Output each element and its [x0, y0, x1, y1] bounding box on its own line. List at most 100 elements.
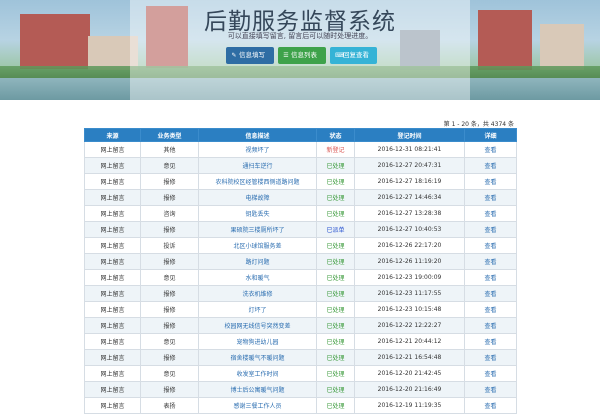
cell-status: 已处理 — [316, 317, 355, 334]
view-link[interactable]: 查看 — [464, 381, 517, 398]
cell-time: 2016-12-21 20:44:12 — [354, 333, 465, 350]
cell-time: 2016-12-21 16:54:48 — [354, 349, 465, 366]
reply-view-button[interactable]: ⌨ 回复查看 — [330, 47, 377, 64]
view-link[interactable]: 查看 — [464, 157, 517, 174]
table-row: 网上留言 投诉 北区小球馆服务差 已处理 2016-12-26 22:17:20 查看 — [84, 237, 517, 254]
cell-source: 网上留言 — [84, 173, 141, 190]
table-row: 网上留言 报修 灯坏了 已处理 2016-12-23 10:15:48 查看 — [84, 301, 517, 318]
cell-type: 咨询 — [140, 205, 199, 222]
cell-source: 网上留言 — [84, 141, 141, 158]
nav-buttons: ✎ 信息填写 ☰ 信息列表 ⌨ 回复查看 — [226, 47, 377, 65]
cell-source: 网上留言 — [84, 301, 141, 318]
cell-status: 已处理 — [316, 397, 355, 414]
view-link[interactable]: 查看 — [464, 349, 517, 366]
info-list-button[interactable]: ☰ 信息列表 — [278, 47, 326, 64]
cell-type: 意见 — [140, 269, 199, 286]
cell-time: 2016-12-27 18:16:19 — [354, 173, 465, 190]
cell-desc[interactable]: 农科院校区经管楼西侧道路问题 — [198, 173, 317, 190]
cell-type: 报修 — [140, 349, 199, 366]
pagination-info: 第 1 - 20 条，共 4374 条 — [443, 121, 514, 128]
cell-status: 已处理 — [316, 269, 355, 286]
cell-desc[interactable]: 北区小球馆服务差 — [198, 237, 317, 254]
table-row: 网上留言 报修 宿舍楼暖气不暖问题 已处理 2016-12-21 16:54:48 查看 — [84, 349, 517, 366]
col-desc: 信息描述 — [198, 128, 317, 142]
view-link[interactable]: 查看 — [464, 189, 517, 206]
table-row: 网上留言 报修 校园网无线信号突然变差 已处理 2016-12-22 12:22:27 查… — [84, 317, 517, 334]
cell-time: 2016-12-23 11:17:55 — [354, 285, 465, 302]
table-header-row: 来源 业务类型 信息描述 状态 登记时间 详细 — [84, 128, 517, 142]
view-link[interactable]: 查看 — [464, 253, 517, 270]
cell-source: 网上留言 — [84, 349, 141, 366]
cell-desc[interactable]: 校园网无线信号突然变差 — [198, 317, 317, 334]
cell-status: 已处理 — [316, 301, 355, 318]
col-time: 登记时间 — [354, 128, 465, 142]
cell-desc[interactable]: 钥匙丢失 — [198, 205, 317, 222]
cell-type: 意见 — [140, 333, 199, 350]
cell-source: 网上留言 — [84, 381, 141, 398]
table-row: 网上留言 意见 收发室工作时间 已处理 2016-12-20 21:42:45 查看 — [84, 365, 517, 382]
cell-status: 新登记 — [316, 141, 355, 158]
cell-type: 报修 — [140, 221, 199, 238]
view-link[interactable]: 查看 — [464, 365, 517, 382]
table-row: 网上留言 报修 路灯问题 已处理 2016-12-26 11:19:20 查看 — [84, 253, 517, 270]
cell-status: 已处理 — [316, 333, 355, 350]
table-row: 网上留言 报修 博士后公寓暖气问题 已处理 2016-12-20 21:16:49 查看 — [84, 381, 517, 398]
cell-source: 网上留言 — [84, 253, 141, 270]
cell-source: 网上留言 — [84, 269, 141, 286]
view-link[interactable]: 查看 — [464, 285, 517, 302]
cell-desc[interactable]: 视频坏了 — [198, 141, 317, 158]
view-link[interactable]: 查看 — [464, 141, 517, 158]
cell-type: 报修 — [140, 173, 199, 190]
cell-type: 报修 — [140, 189, 199, 206]
cell-time: 2016-12-19 11:19:35 — [354, 397, 465, 414]
view-link[interactable]: 查看 — [464, 205, 517, 222]
cell-time: 2016-12-23 19:00:09 — [354, 269, 465, 286]
cell-type: 报修 — [140, 317, 199, 334]
view-link[interactable]: 查看 — [464, 333, 517, 350]
cell-time: 2016-12-23 10:15:48 — [354, 301, 465, 318]
cell-source: 网上留言 — [84, 221, 141, 238]
cell-desc[interactable]: 宠物狗进幼儿园 — [198, 333, 317, 350]
cell-source: 网上留言 — [84, 285, 141, 302]
fill-info-button[interactable]: ✎ 信息填写 — [226, 47, 274, 64]
cell-type: 意见 — [140, 365, 199, 382]
table-row: 网上留言 其他 视频坏了 新登记 2016-12-31 08:21:41 查看 — [84, 141, 517, 158]
cell-type: 表扬 — [140, 397, 199, 414]
cell-status: 已处理 — [316, 205, 355, 222]
cell-source: 网上留言 — [84, 317, 141, 334]
cell-desc[interactable]: 电梯故障 — [198, 189, 317, 206]
table-row: 网上留言 意见 宠物狗进幼儿园 已处理 2016-12-21 20:44:12 查看 — [84, 333, 517, 350]
cell-type: 投诉 — [140, 237, 199, 254]
cell-desc[interactable]: 通扫车逆行 — [198, 157, 317, 174]
view-link[interactable]: 查看 — [464, 269, 517, 286]
cell-desc[interactable]: 洗衣机维修 — [198, 285, 317, 302]
cell-desc[interactable]: 路灯问题 — [198, 253, 317, 270]
view-link[interactable]: 查看 — [464, 221, 517, 238]
list-icon: ☰ — [283, 52, 289, 59]
cell-desc[interactable]: 收发室工作时间 — [198, 365, 317, 382]
cell-time: 2016-12-27 13:28:38 — [354, 205, 465, 222]
cell-desc[interactable]: 博士后公寓暖气问题 — [198, 381, 317, 398]
cell-desc[interactable]: 水和暖气 — [198, 269, 317, 286]
fill-info-label: 信息填写 — [239, 51, 265, 59]
table-row: 网上留言 报修 洗衣机维修 已处理 2016-12-23 11:17:55 查看 — [84, 285, 517, 302]
table-row: 网上留言 意见 水和暖气 已处理 2016-12-23 19:00:09 查看 — [84, 269, 517, 286]
cell-source: 网上留言 — [84, 237, 141, 254]
cell-time: 2016-12-27 20:47:31 — [354, 157, 465, 174]
cell-desc[interactable]: 果硕院三楼厕所坏了 — [198, 221, 317, 238]
view-link[interactable]: 查看 — [464, 301, 517, 318]
cell-status: 已处理 — [316, 237, 355, 254]
table-row: 网上留言 报修 农科院校区经管楼西侧道路问题 已处理 2016-12-27 18:16:… — [84, 173, 517, 190]
view-link[interactable]: 查看 — [464, 397, 517, 414]
view-link[interactable]: 查看 — [464, 317, 517, 334]
cell-status: 已处理 — [316, 285, 355, 302]
cell-desc[interactable]: 感谢三餐工作人员 — [198, 397, 317, 414]
view-link[interactable]: 查看 — [464, 237, 517, 254]
cell-desc[interactable]: 灯坏了 — [198, 301, 317, 318]
cell-type: 报修 — [140, 381, 199, 398]
view-link[interactable]: 查看 — [464, 173, 517, 190]
cell-source: 网上留言 — [84, 157, 141, 174]
cell-time: 2016-12-31 08:21:41 — [354, 141, 465, 158]
cell-source: 网上留言 — [84, 189, 141, 206]
cell-desc[interactable]: 宿舍楼暖气不暖问题 — [198, 349, 317, 366]
